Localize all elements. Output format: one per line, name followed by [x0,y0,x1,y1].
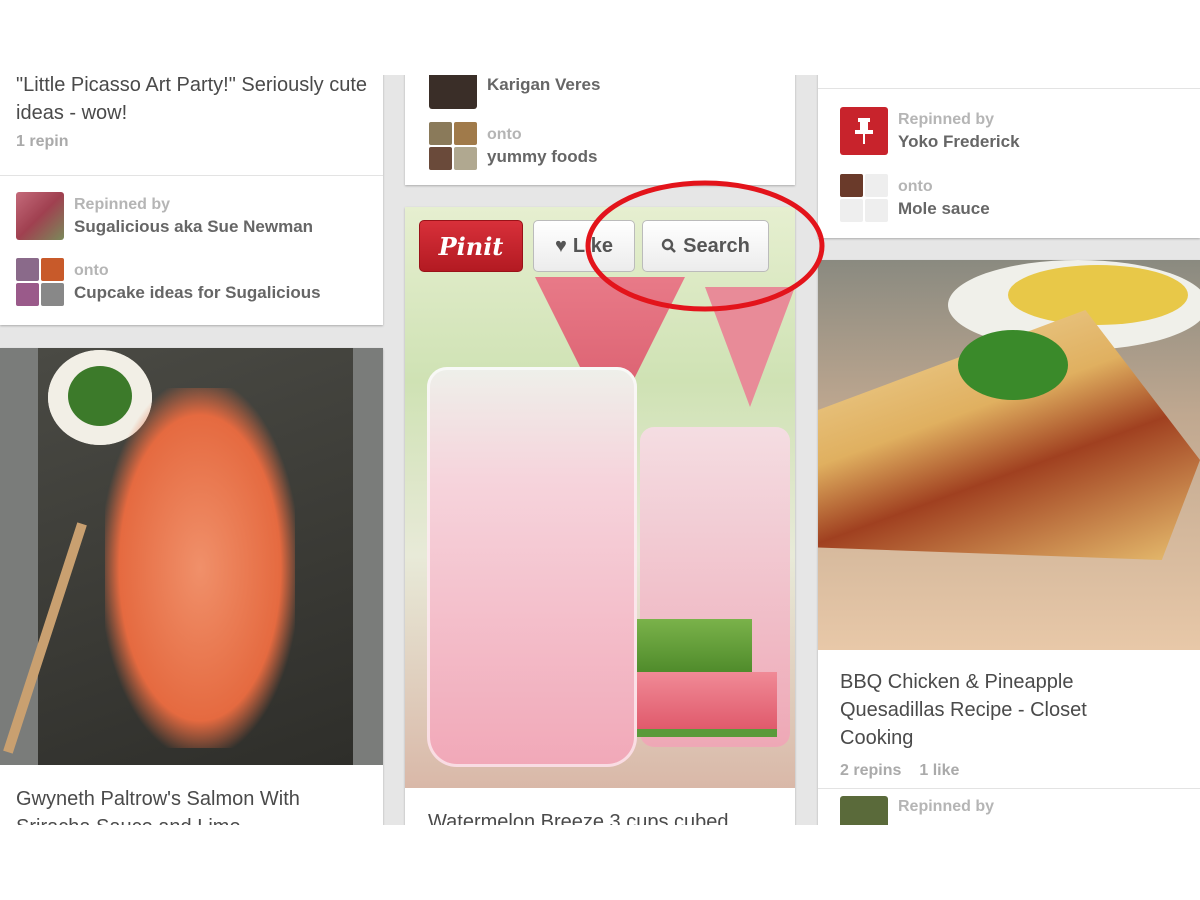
pin-card[interactable]: Gwyneth Paltrow's Salmon With Sriracha S… [0,348,383,825]
like-count[interactable]: 1 like [919,762,959,779]
pin-description: "Little Picasso Art Party!" Seriously cu… [16,75,368,124]
board-thumbnail [429,122,477,170]
board-link[interactable]: onto Cupcake ideas for Sugalicious [16,256,367,308]
repin-count[interactable]: 1 repin [16,133,68,150]
repinned-by[interactable]: Repinned by [840,796,994,825]
repin-count[interactable]: 2 repins [840,762,901,779]
pin-description: BBQ Chicken & Pineapple Quesadillas Reci… [840,671,1087,749]
pin-description: Gwyneth Paltrow's Salmon With Sriracha S… [16,788,300,825]
pin-card[interactable]: BBQ Chicken & Pineapple Quesadillas Reci… [818,260,1200,825]
pin-it-button[interactable]: Pinit [419,220,523,272]
user-name[interactable]: Sugalicious aka Sue Newman [74,216,313,238]
search-icon [661,238,677,253]
user-avatar [840,796,888,825]
pin-card[interactable]: Repinned by Yoko Frederick onto Mole sauce [818,75,1200,238]
pin-description: Watermelon Breeze 3 cups cubed [428,811,729,825]
pin-image-salmon[interactable] [0,348,383,765]
search-button[interactable]: Search [642,220,769,272]
user-avatar [429,75,477,109]
heart-icon: ♥ [555,234,567,257]
pin-feed: "Little Picasso Art Party!" Seriously cu… [0,75,1200,825]
repinned-by[interactable]: Repinned by Sugalicious aka Sue Newman [16,190,367,242]
pin-image-watermelon[interactable] [405,207,795,788]
pin-icon [840,107,888,155]
user-name[interactable]: Karigan Veres [487,75,600,96]
board-name[interactable]: Cupcake ideas for Sugalicious [74,282,321,304]
user-name[interactable]: Yoko Frederick [898,131,1020,153]
pin-image-quesadilla[interactable] [818,260,1200,650]
board-name[interactable]: Mole sauce [898,198,990,220]
pinned-by[interactable]: Karigan Veres [429,75,600,111]
board-thumbnail [16,258,64,306]
pin-card[interactable]: Pinit ♥ Like Search Watermelon Breeze 3 c… [405,207,795,825]
board-link[interactable]: onto yummy foods [429,120,598,172]
user-avatar [16,192,64,240]
like-button[interactable]: ♥ Like [533,220,635,272]
pin-card[interactable]: "Little Picasso Art Party!" Seriously cu… [0,75,383,325]
repinned-by[interactable]: Repinned by Yoko Frederick [840,105,1020,157]
board-thumbnail [840,174,888,222]
pin-card[interactable]: Karigan Veres onto yummy foods [405,75,795,185]
board-link[interactable]: onto Mole sauce [840,172,990,224]
board-name[interactable]: yummy foods [487,146,598,168]
